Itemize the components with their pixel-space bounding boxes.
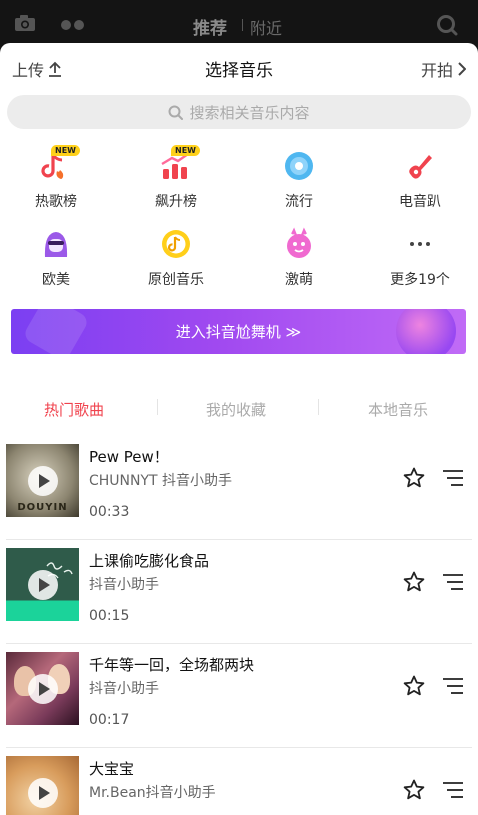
tab-divider — [242, 19, 243, 31]
song-artist: 抖音小助手 — [89, 577, 159, 593]
tab-divider — [318, 399, 319, 415]
start-label: 开拍 — [420, 61, 453, 80]
cover-text: DOUYIN — [17, 502, 68, 513]
original-music-icon — [162, 230, 190, 258]
category-electronic[interactable]: 电音趴 — [375, 149, 465, 211]
new-badge: NEW — [171, 145, 200, 156]
search-placeholder: 搜索相关音乐内容 — [189, 103, 310, 122]
banner-decoration — [21, 309, 91, 354]
play-icon[interactable] — [27, 465, 58, 496]
category-more[interactable]: 更多19个 — [375, 227, 465, 289]
live-dots-icon[interactable] — [60, 19, 86, 31]
song-name: Pew Pew！ — [89, 448, 169, 466]
page-title: 选择音乐 — [205, 61, 273, 81]
category-label: 原创音乐 — [148, 272, 204, 288]
category-label: 流行 — [285, 194, 313, 210]
music-tabs: 热门歌曲 我的收藏 本地音乐 — [0, 393, 478, 423]
category-label: 飙升榜 — [155, 194, 197, 210]
tab-local-music[interactable]: 本地音乐 — [368, 399, 428, 420]
category-hot-songs[interactable]: NEW 热歌榜 — [11, 145, 101, 211]
song-row[interactable]: 千年等一回，全场都两块 抖音小助手 00:17 — [0, 644, 478, 748]
chevron-right-icon — [458, 62, 466, 76]
category-label: 激萌 — [285, 272, 313, 288]
tab-favorites[interactable]: 我的收藏 — [206, 399, 266, 420]
tab-hot-songs[interactable]: 热门歌曲 — [44, 399, 104, 420]
category-cute[interactable]: 激萌 — [254, 227, 344, 289]
song-artist: CHUNNYT 抖音小助手 — [89, 473, 233, 489]
song-cover[interactable] — [6, 756, 79, 815]
category-label: 电音趴 — [399, 194, 441, 210]
song-row[interactable]: DOUYIN Pew Pew！ CHUNNYT 抖音小助手 00:33 — [0, 436, 478, 540]
western-avatar-icon — [44, 232, 68, 257]
song-name: 上课偷吃膨化食品 — [89, 552, 210, 570]
song-duration: 00:33 — [89, 504, 130, 520]
banner-label: 进入抖音尬舞机 ≫ — [175, 323, 302, 341]
tab-recommend[interactable]: 推荐 — [193, 14, 227, 39]
song-name: 千年等一回，全场都两块 — [89, 656, 255, 674]
song-duration: 00:17 — [89, 712, 130, 728]
song-cover[interactable]: DOUYIN — [6, 444, 79, 517]
category-western[interactable]: 欧美 — [11, 227, 101, 289]
song-artist: 抖音小助手 — [89, 681, 159, 697]
tab-nearby[interactable]: 附近 — [250, 15, 282, 39]
search-icon — [168, 105, 184, 120]
song-row[interactable]: 大宝宝 Mr.Bean抖音小助手 — [0, 748, 478, 815]
menu-lines-icon[interactable] — [442, 468, 464, 488]
song-row[interactable]: 上课偷吃膨化食品 抖音小助手 00:15 — [0, 540, 478, 644]
song-duration: 00:15 — [89, 608, 130, 624]
cute-monster-icon — [287, 227, 311, 258]
song-name: 大宝宝 — [89, 760, 135, 778]
song-cover[interactable] — [6, 548, 79, 621]
menu-lines-icon[interactable] — [442, 676, 464, 696]
search-icon[interactable] — [436, 14, 458, 36]
play-icon[interactable] — [27, 569, 58, 600]
category-original[interactable]: 原创音乐 — [131, 227, 221, 289]
banner-decoration — [396, 309, 456, 354]
electronic-guitar-icon — [409, 155, 432, 179]
pop-disc-icon — [285, 152, 313, 180]
star-icon[interactable] — [402, 674, 426, 698]
song-artist: Mr.Bean抖音小助手 — [89, 785, 216, 801]
new-badge: NEW — [51, 145, 80, 156]
category-label: 欧美 — [42, 272, 70, 288]
play-icon[interactable] — [27, 777, 58, 808]
more-dots-icon — [410, 242, 430, 246]
music-selector-sheet: 上传 选择音乐 开拍 搜索相关音乐内容 NEW 热歌榜 NEW 飙升榜 流行 电… — [0, 43, 478, 815]
search-input[interactable]: 搜索相关音乐内容 — [7, 95, 471, 129]
tab-divider — [157, 399, 158, 415]
star-icon[interactable] — [402, 778, 426, 802]
category-label: 热歌榜 — [35, 194, 77, 210]
menu-lines-icon[interactable] — [442, 572, 464, 592]
play-icon[interactable] — [27, 673, 58, 704]
star-icon[interactable] — [402, 570, 426, 594]
menu-lines-icon[interactable] — [442, 780, 464, 800]
dance-machine-banner[interactable]: 进入抖音尬舞机 ≫ — [11, 309, 466, 354]
star-icon[interactable] — [402, 466, 426, 490]
start-shooting-button[interactable]: 开拍 — [421, 57, 466, 81]
sheet-header: 上传 选择音乐 开拍 — [0, 43, 478, 91]
category-rising-chart[interactable]: NEW 飙升榜 — [131, 145, 221, 211]
song-cover[interactable] — [6, 652, 79, 725]
category-label: 更多19个 — [390, 272, 450, 288]
category-pop[interactable]: 流行 — [254, 149, 344, 211]
camera-icon[interactable] — [14, 14, 36, 32]
